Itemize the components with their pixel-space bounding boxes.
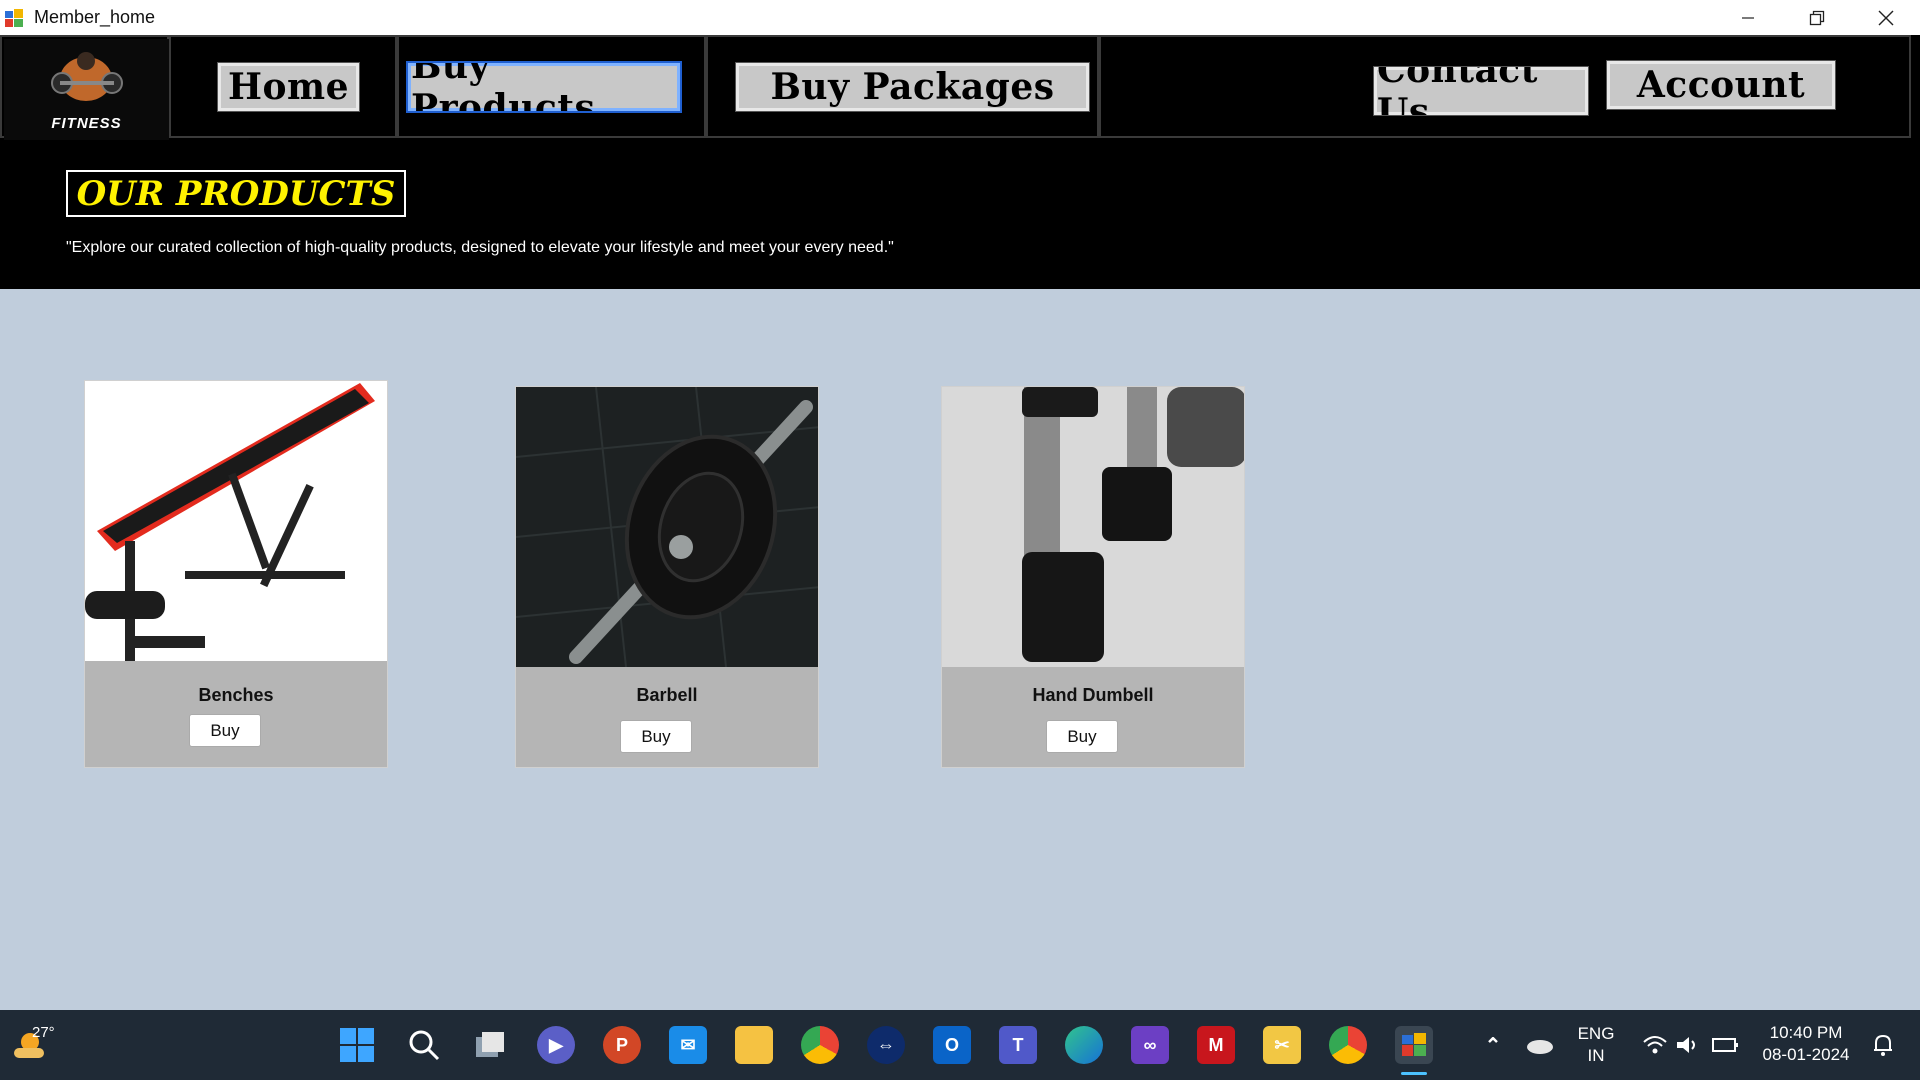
minimize-button[interactable] (1713, 0, 1782, 35)
logo-text: FITNESS (51, 115, 122, 132)
buy-button-benches[interactable]: Buy (189, 714, 261, 747)
language-label: ENG (1577, 1024, 1615, 1043)
account-button[interactable]: Account (1606, 60, 1836, 110)
barbell-image (516, 387, 818, 667)
teams-icon[interactable]: T (999, 1026, 1037, 1064)
onedrive-icon[interactable] (1520, 1026, 1558, 1064)
contact-us-button[interactable]: Contact Us (1373, 49, 1589, 133)
region-label: IN (1587, 1046, 1605, 1065)
restore-icon (1809, 10, 1824, 25)
volume-icon[interactable] (1669, 1026, 1707, 1064)
chrome-icon[interactable] (801, 1026, 839, 1064)
product-card-benches: Benches Buy (84, 380, 388, 768)
logo-cell: FITNESS (0, 35, 169, 140)
minimize-icon (1741, 16, 1754, 19)
chat-icon[interactable]: ▶ (537, 1026, 575, 1064)
clock[interactable]: 10:40 PM 08-01-2024 (1756, 1022, 1856, 1066)
task-view-button[interactable] (471, 1026, 509, 1064)
fitness-logo: FITNESS (4, 39, 169, 140)
title-bar: Member_home (0, 0, 1920, 35)
file-explorer-icon[interactable] (735, 1026, 773, 1064)
start-button[interactable] (338, 1026, 376, 1064)
teamviewer-icon[interactable]: ⇔ (867, 1026, 905, 1064)
member-home-app-icon[interactable] (1395, 1026, 1433, 1064)
product-name: Barbell (636, 685, 698, 705)
buy-products-button[interactable]: Buy Products (406, 45, 682, 129)
chevron-up-icon[interactable]: ⌃ (1474, 1026, 1512, 1064)
visual-studio-icon[interactable]: ∞ (1131, 1026, 1169, 1064)
weather-widget[interactable]: 27° (12, 1024, 55, 1067)
header: FITNESS Home Buy Products Buy Packages C… (0, 35, 1920, 289)
outlook-icon[interactable]: O (933, 1026, 971, 1064)
home-button[interactable]: Home (217, 62, 360, 112)
windows-icon (340, 1028, 374, 1062)
tagline: "Explore our curated collection of high-… (66, 239, 894, 256)
powerpoint-icon[interactable]: P (603, 1026, 641, 1064)
hand-dumbell-image (942, 387, 1244, 667)
benches-image (85, 381, 387, 661)
task-view-icon (476, 1032, 504, 1057)
buy-button-barbell[interactable]: Buy (620, 720, 692, 753)
search-taskbar-button[interactable] (405, 1026, 443, 1064)
battery-icon[interactable] (1707, 1026, 1745, 1064)
active-indicator (1401, 1072, 1427, 1075)
taskbar: 27° ▶ P ✉ ⇔ O T ∞ M ✂ ⌃ ENG IN 10:40 PM … (0, 1010, 1920, 1080)
snipping-tool-icon[interactable]: ✂ (1263, 1026, 1301, 1064)
search-icon (409, 1030, 440, 1061)
restore-button[interactable] (1782, 0, 1851, 35)
product-card-hand-dumbell: Hand Dumbell Buy (941, 386, 1245, 768)
clock-date: 08-01-2024 (1762, 1045, 1850, 1064)
mail-icon[interactable]: ✉ (669, 1026, 707, 1064)
language-indicator[interactable]: ENG IN (1575, 1023, 1617, 1067)
page-title: OUR PRODUCTS (66, 170, 406, 217)
close-icon (1878, 10, 1893, 25)
mcafee-icon[interactable]: M (1197, 1026, 1235, 1064)
clock-time: 10:40 PM (1769, 1023, 1843, 1042)
notification-icon[interactable] (1864, 1026, 1902, 1064)
close-button[interactable] (1851, 0, 1920, 35)
product-name: Benches (198, 685, 274, 705)
edge-icon[interactable] (1065, 1026, 1103, 1064)
product-card-barbell: Barbell Buy (515, 386, 819, 768)
window-title: Member_home (34, 7, 156, 27)
app-icon (4, 8, 24, 28)
product-name: Hand Dumbell (1032, 685, 1154, 705)
buy-packages-button[interactable]: Buy Packages (735, 62, 1090, 112)
weather-temp: 27° (32, 1024, 55, 1041)
buy-button-hand-dumbell[interactable]: Buy (1046, 720, 1118, 753)
chrome-profile-icon[interactable] (1329, 1026, 1367, 1064)
